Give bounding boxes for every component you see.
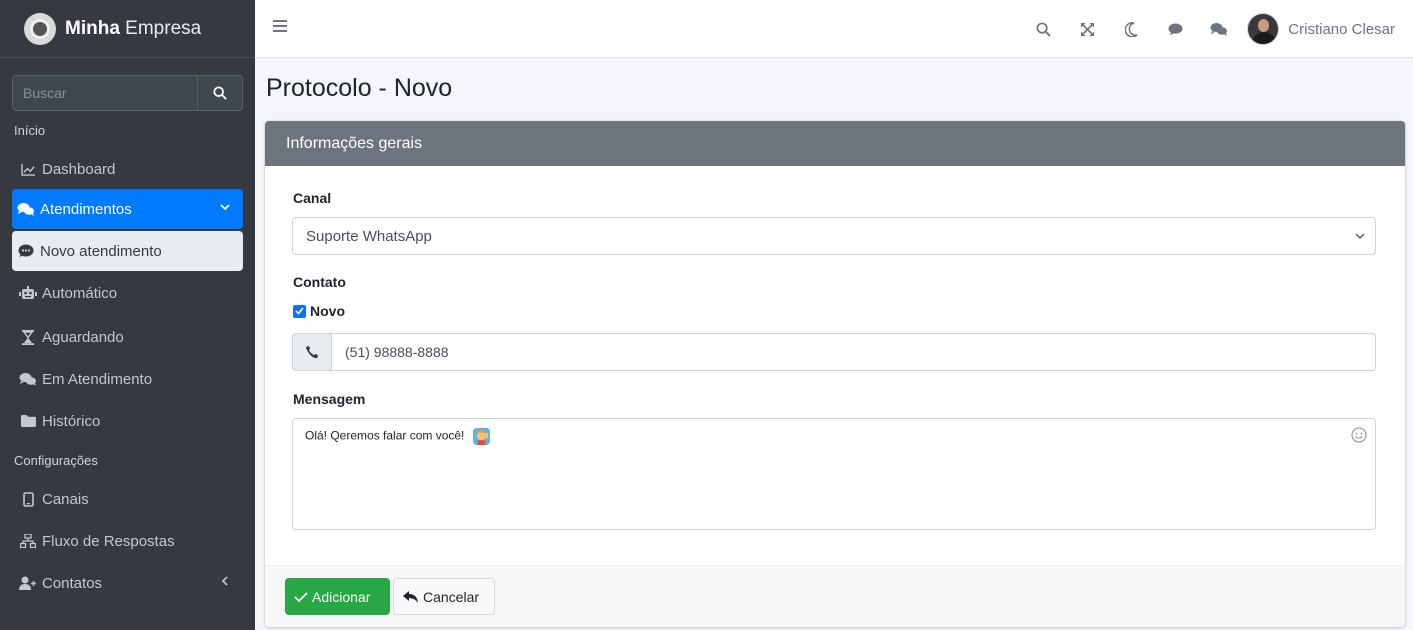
- comment-icon: [1168, 22, 1183, 35]
- card-header: Informações gerais: [265, 121, 1405, 166]
- reply-icon: [403, 590, 418, 603]
- search-input[interactable]: Buscar: [12, 75, 197, 111]
- user-name: Cristiano Clesar: [1288, 20, 1395, 38]
- chart-line-icon: [18, 163, 38, 176]
- dark-mode-toggle[interactable]: [1109, 0, 1153, 58]
- sidebar-item-em-atendimento[interactable]: Em Atendimento: [12, 359, 243, 399]
- phone-input-group: (51) 98888-8888: [292, 333, 1376, 371]
- nav-header-configuracoes: Configurações: [14, 453, 98, 468]
- topbar-actions: Cristiano Clesar: [1021, 0, 1413, 58]
- chevron-down-icon: [1355, 233, 1365, 239]
- search-button[interactable]: [197, 75, 243, 111]
- sidebar-item-label: Dashboard: [42, 160, 116, 178]
- avatar: [1247, 13, 1280, 45]
- canal-select-value: Suporte WhatsApp: [306, 227, 432, 245]
- sidebar: Minha Empresa Buscar Início Dashboard At…: [0, 0, 255, 630]
- form-card: Informações gerais Canal Suporte WhatsAp…: [265, 121, 1405, 627]
- sidebar-item-dashboard[interactable]: Dashboard: [12, 149, 243, 189]
- sidebar-item-automatico[interactable]: Automático: [12, 273, 243, 313]
- sidebar-item-novo-atendimento[interactable]: Novo atendimento: [12, 231, 243, 271]
- contato-label: Contato: [293, 274, 346, 290]
- mensagem-text: Olá! Qeremos falar com você!: [305, 428, 465, 443]
- comments-icon: [1210, 23, 1228, 36]
- novo-checkbox[interactable]: [293, 304, 306, 318]
- chevron-down-icon: [220, 204, 230, 211]
- folder-icon: [18, 415, 38, 427]
- chats-button[interactable]: [1197, 0, 1241, 58]
- sidebar-item-label: Atendimentos: [40, 200, 132, 218]
- emoji-picker-icon[interactable]: [1351, 427, 1367, 443]
- sidebar-item-label: Canais: [42, 490, 89, 508]
- mensagem-label: Mensagem: [293, 391, 366, 407]
- sidebar-item-atendimentos[interactable]: Atendimentos: [12, 189, 243, 229]
- waving-person-emoji-icon: [472, 427, 490, 446]
- chevron-left-icon: [221, 576, 228, 586]
- canal-label: Canal: [293, 190, 332, 206]
- user-plus-icon: [18, 576, 38, 590]
- search-icon: [1036, 22, 1051, 37]
- sidebar-item-label: Novo atendimento: [40, 242, 162, 260]
- comment-dots-icon: [16, 244, 36, 258]
- novo-label: Novo: [310, 303, 345, 319]
- cancel-button[interactable]: Cancelar: [393, 578, 495, 615]
- card-body: Canal Suporte WhatsApp Contato Novo (51)…: [265, 166, 1405, 565]
- phone-input[interactable]: (51) 98888-8888: [332, 333, 1376, 371]
- user-menu[interactable]: Cristiano Clesar: [1247, 13, 1395, 45]
- check-icon: [295, 307, 304, 315]
- sidebar-item-fluxo-de-respostas[interactable]: Fluxo de Respostas: [12, 521, 243, 561]
- brand[interactable]: Minha Empresa: [0, 0, 255, 58]
- add-button[interactable]: Adicionar: [285, 578, 390, 615]
- mobile-icon: [18, 491, 38, 507]
- page-title: Protocolo - Novo: [266, 74, 453, 102]
- moon-icon: [1124, 21, 1138, 37]
- sidebar-item-label: Em Atendimento: [42, 370, 153, 388]
- check-icon: [294, 591, 308, 602]
- comments-icon: [16, 202, 36, 216]
- sidebar-item-label: Contatos: [42, 574, 103, 592]
- sidebar-search: Buscar: [12, 75, 243, 111]
- cancel-button-label: Cancelar: [423, 588, 480, 605]
- sidebar-item-aguardando[interactable]: Aguardando: [12, 317, 243, 357]
- search-toggle-button[interactable]: [1021, 0, 1065, 58]
- mensagem-textarea[interactable]: Olá! Qeremos falar com você!: [292, 418, 1376, 530]
- sidebar-item-canais[interactable]: Canais: [12, 479, 243, 519]
- search-icon: [213, 86, 227, 100]
- brand-name: Minha Empresa: [65, 17, 202, 39]
- add-button-label: Adicionar: [312, 588, 371, 605]
- sitemap-icon: [18, 534, 38, 548]
- sidebar-item-historico[interactable]: Histórico: [12, 401, 243, 441]
- fullscreen-button[interactable]: [1065, 0, 1109, 58]
- topbar: Cristiano Clesar: [255, 0, 1413, 58]
- phone-icon: [305, 345, 319, 359]
- novo-checkbox-row[interactable]: Novo: [293, 303, 345, 319]
- card-footer: Adicionar Cancelar: [265, 565, 1405, 627]
- sidebar-item-label: Fluxo de Respostas: [42, 532, 175, 550]
- nav-header-inicio: Início: [14, 123, 46, 138]
- menu-toggle-icon[interactable]: [273, 20, 287, 34]
- comments-icon: [18, 372, 38, 386]
- sidebar-item-label: Automático: [42, 284, 118, 302]
- sidebar-item-contatos[interactable]: Contatos: [12, 563, 243, 603]
- messages-button[interactable]: [1153, 0, 1197, 58]
- hourglass-icon: [18, 329, 38, 345]
- canal-select[interactable]: Suporte WhatsApp: [292, 217, 1376, 255]
- sidebar-item-label: Aguardando: [42, 328, 124, 346]
- phone-prepend: [292, 333, 332, 371]
- brand-logo: [24, 12, 56, 45]
- sidebar-item-label: Histórico: [42, 412, 101, 430]
- expand-arrows-icon: [1080, 22, 1094, 36]
- robot-icon: [18, 286, 38, 300]
